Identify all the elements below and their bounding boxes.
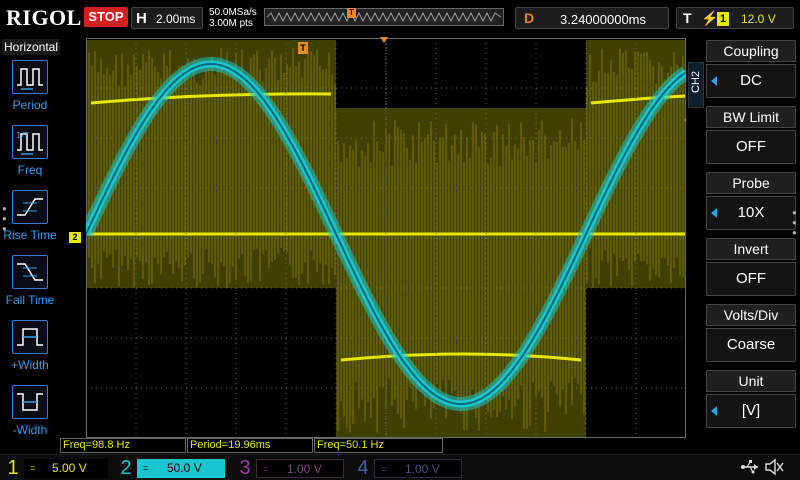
dc-coupling-icon: = (143, 463, 149, 473)
channel-4-status[interactable]: 4 = 1.00 V (352, 456, 464, 480)
rise-time-icon (12, 190, 48, 224)
channel-1-status[interactable]: 1 = 5.00 V (2, 456, 110, 480)
waveform-display[interactable] (86, 38, 686, 438)
channel-status-bar: 1 = 5.00 V 2 = 50.0 V 3 = 1.00 V 4 = 1.0… (0, 454, 800, 480)
coupling-value: DC (706, 64, 796, 98)
fall-time-label: Fall Time (5, 293, 55, 307)
bw-limit-title: BW Limit (706, 106, 796, 128)
invert-menu[interactable]: Invert OFF (706, 238, 796, 300)
volts-div-title: Volts/Div (706, 304, 796, 326)
measure-fall-time-button[interactable]: Fall Time (0, 255, 60, 317)
period-label: Period (12, 98, 48, 112)
svg-text:1/T: 1/T (16, 131, 29, 140)
sample-rate: 50.0MSa/s (209, 7, 257, 18)
channel-2-body: = 50.0 V (137, 459, 225, 478)
dc-coupling-icon: = (263, 464, 269, 474)
channel-2-status[interactable]: 2 = 50.0 V (115, 456, 227, 480)
memory-depth: 3.00M pts (209, 18, 253, 29)
usb-icon (741, 460, 758, 474)
trigger-level: 12.0 V (741, 12, 776, 26)
coupling-menu[interactable]: Coupling DC (706, 40, 796, 102)
channel-tab: CH2 (688, 62, 704, 108)
fall-time-icon (12, 255, 48, 289)
measurement-result[interactable]: Freq=98.8 Hz (60, 438, 186, 453)
acquisition-info: 50.0MSa/s 3.00M pts (209, 7, 257, 29)
channel-1-scale: 5.00 V (52, 461, 87, 475)
unit-value: [V] (706, 394, 796, 428)
channel-4-scale: 1.00 V (405, 462, 440, 476)
channel-tab-label: CH2 (690, 70, 702, 93)
channel-1-number: 1 (7, 457, 19, 479)
trigger-edge-icon: ⚡ (701, 10, 719, 26)
selector-arrow-icon (711, 76, 717, 86)
horizontal-timebase[interactable]: H 2.00ms (131, 7, 203, 29)
measure-menu: Horizontal Period 1/T Freq Rise Time Fal… (0, 36, 60, 454)
probe-title: Probe (706, 172, 796, 194)
channel-4-number: 4 (357, 457, 369, 479)
top-status-bar: RIGOL STOP H 2.00ms 50.0MSa/s 3.00M pts … (0, 0, 800, 36)
rigol-logo: RIGOL (6, 5, 82, 30)
channel-menu: CH2 Coupling DC BW Limit OFF Probe 10X I… (686, 36, 800, 454)
measure-positive-width-button[interactable]: +Width (0, 320, 60, 382)
horizontal-center-marker (380, 37, 388, 43)
positive-width-label: +Width (11, 358, 49, 372)
measurement-result[interactable]: Freq=50.1 Hz (314, 438, 443, 453)
delay-value: 3.24000000ms (560, 12, 647, 27)
channel-1-body: = 5.00 V (24, 459, 108, 478)
measure-negative-width-button[interactable]: -Width (0, 385, 60, 447)
positive-width-icon (12, 320, 48, 354)
run-stop-status[interactable]: STOP (84, 7, 128, 27)
invert-value: OFF (706, 262, 796, 296)
horizontal-letter: H (136, 10, 147, 27)
speaker-mute-icon[interactable] (764, 458, 784, 476)
channel-4-body: = 1.00 V (374, 459, 462, 478)
ch2-offset-marker[interactable]: 2 (69, 232, 81, 243)
trigger-settings[interactable]: T ⚡ 1 12.0 V (676, 7, 794, 29)
channel-3-status[interactable]: 3 = 1.00 V (234, 456, 346, 480)
freq-icon: 1/T (12, 125, 48, 159)
measure-period-button[interactable]: Period (0, 60, 60, 122)
page-dots-icon: ● ● ● (2, 204, 7, 233)
measure-rise-time-button[interactable]: Rise Time (0, 190, 60, 252)
memory-overview-strip[interactable] (264, 8, 504, 26)
volts-div-value: Coarse (706, 328, 796, 362)
probe-menu[interactable]: Probe 10X (706, 172, 796, 234)
horizontal-delay[interactable]: D 3.24000000ms (515, 7, 669, 29)
unit-menu[interactable]: Unit [V] (706, 370, 796, 432)
channel-2-number: 2 (120, 457, 132, 479)
selector-arrow-icon (711, 406, 717, 416)
probe-value: 10X (706, 196, 796, 230)
coupling-title: Coupling (706, 40, 796, 62)
period-icon (12, 60, 48, 94)
bw-limit-value: OFF (706, 130, 796, 164)
measurement-results: Freq=98.8 Hz Period=19.96ms Freq=50.1 Hz (60, 438, 686, 454)
measure-category[interactable]: Horizontal (2, 39, 60, 55)
rise-time-label: Rise Time (3, 228, 57, 242)
delay-letter: D (524, 10, 535, 26)
dc-coupling-icon: = (381, 464, 387, 474)
negative-width-icon (12, 385, 48, 419)
unit-title: Unit (706, 370, 796, 392)
trigger-source: 1 (717, 12, 729, 26)
page-dots-icon: ● ● ● (792, 208, 797, 237)
channel-3-scale: 1.00 V (287, 462, 322, 476)
measurement-result[interactable]: Period=19.96ms (187, 438, 313, 453)
invert-title: Invert (706, 238, 796, 260)
channel-2-scale: 50.0 V (167, 461, 202, 475)
timebase-value: 2.00ms (156, 12, 196, 26)
volts-div-menu[interactable]: Volts/Div Coarse (706, 304, 796, 366)
trigger-letter: T (683, 10, 692, 26)
trigger-position-marker[interactable]: T (298, 42, 308, 54)
selector-arrow-icon (711, 208, 717, 218)
memory-trigger-marker: T (347, 8, 356, 18)
freq-label: Freq (17, 163, 43, 177)
bw-limit-menu[interactable]: BW Limit OFF (706, 106, 796, 168)
channel-3-body: = 1.00 V (256, 459, 344, 478)
negative-width-label: -Width (12, 423, 48, 437)
dc-coupling-icon: = (30, 463, 36, 473)
measure-freq-button[interactable]: 1/T Freq (0, 125, 60, 187)
channel-3-number: 3 (239, 457, 251, 479)
